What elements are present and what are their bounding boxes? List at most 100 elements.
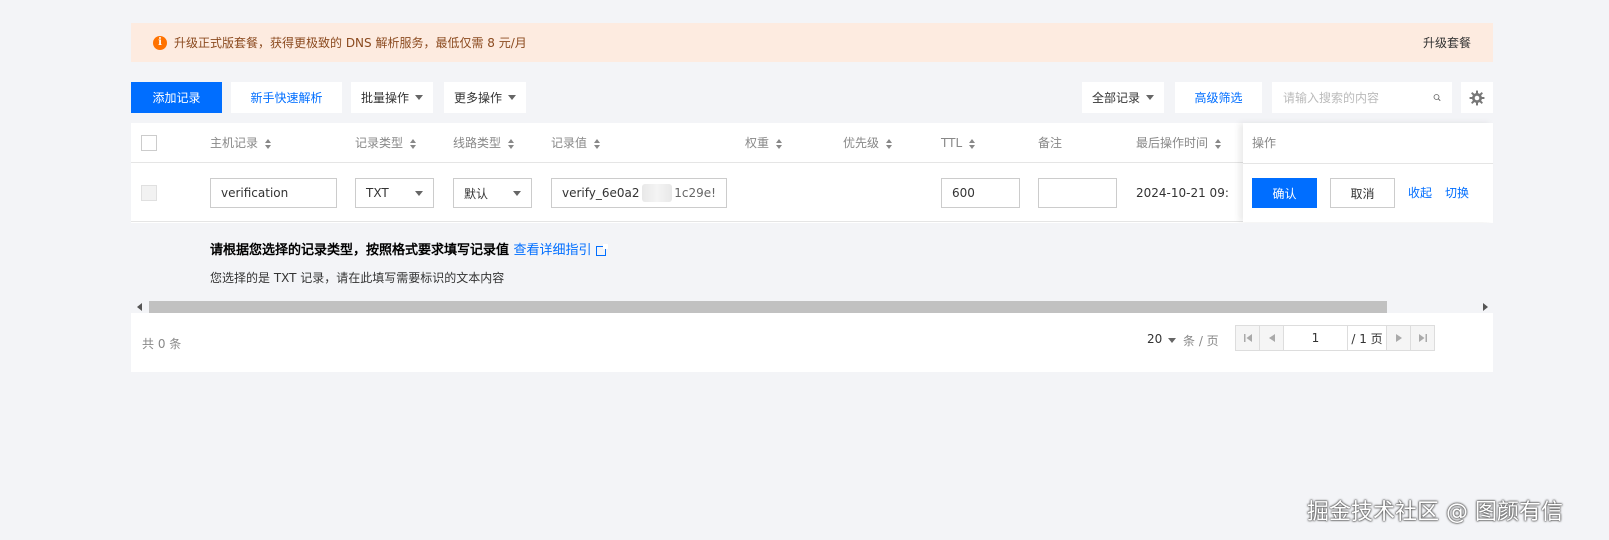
quick-setup-button[interactable]: 新手快速解析 [231, 82, 342, 113]
sort-icon [886, 138, 893, 149]
add-record-button[interactable]: 添加记录 [131, 82, 222, 113]
sort-icon [594, 138, 601, 149]
header-type-label: 记录类型 [355, 136, 404, 150]
operations-column: 操作 确认 取消 收起 切换 [1243, 123, 1493, 222]
cancel-label: 取消 [1350, 186, 1375, 201]
add-record-label: 添加记录 [152, 91, 201, 105]
header-ttl-label: TTL [941, 136, 963, 150]
header-line[interactable]: 线路类型 [453, 123, 515, 163]
header-weight-label: 权重 [745, 136, 770, 150]
record-filter-dropdown[interactable]: 全部记录 [1082, 82, 1164, 113]
record-filter-label: 全部记录 [1091, 91, 1140, 105]
sort-icon [410, 138, 417, 149]
total-pages-label: / 1 页 [1351, 331, 1383, 346]
sort-icon [969, 138, 976, 149]
cancel-button[interactable]: 取消 [1330, 178, 1395, 208]
chevron-down-icon [1146, 95, 1154, 100]
confirm-button[interactable]: 确认 [1252, 178, 1317, 208]
header-last-op-time[interactable]: 最后操作时间 [1136, 123, 1222, 163]
page-input[interactable]: 1 [1283, 325, 1348, 351]
hint-title-text: 请根据您选择的记录类型，按照格式要求填写记录值 [210, 243, 510, 258]
header-host[interactable]: 主机记录 [210, 123, 272, 163]
table-footer: 共 0 条 20 条 / 页 1 / 1 页 [131, 315, 1493, 372]
info-icon: i [153, 35, 167, 50]
scroll-thumb[interactable] [149, 301, 1387, 313]
ttl-input-value: 600 [952, 186, 975, 200]
header-ttl[interactable]: TTL [941, 123, 976, 163]
header-host-label: 主机记录 [210, 136, 259, 150]
page-size-select[interactable]: 20 [1147, 332, 1177, 346]
records-panel: 主机记录 记录类型 线路类型 记录值 权重 优先级 TTL 备注 最后操作时间 … [131, 123, 1493, 372]
chevron-down-icon [415, 95, 423, 100]
header-weight[interactable]: 权重 [745, 123, 783, 163]
external-link-icon [595, 243, 608, 256]
host-input-value: verification [221, 186, 289, 200]
last-page-icon [1418, 334, 1427, 342]
select-all-checkbox[interactable] [141, 135, 157, 151]
sort-icon [508, 138, 515, 149]
guide-link[interactable]: 查看详细指引 [514, 243, 608, 258]
banner-text: 升级正式版套餐，获得更极致的 DNS 解析服务，最低仅需 8 元/月 [174, 36, 527, 50]
chevron-down-icon [508, 95, 516, 100]
header-last-op-time-label: 最后操作时间 [1136, 136, 1209, 150]
prev-page-icon [1268, 334, 1275, 342]
watermark: 掘金技术社区 @ 图颜有信 [1307, 500, 1563, 525]
ttl-input[interactable]: 600 [941, 178, 1020, 208]
chevron-down-icon [513, 190, 521, 196]
line-type-select[interactable]: 默认 [453, 178, 532, 208]
header-priority-label: 优先级 [843, 136, 880, 150]
horizontal-scrollbar[interactable] [131, 301, 1493, 313]
header-remark: 备注 [1038, 136, 1063, 150]
batch-ops-label: 批量操作 [360, 91, 409, 105]
toolbar: 添加记录 新手快速解析 批量操作 更多操作 全部记录 高级筛选 [131, 82, 1493, 114]
hint-subtitle: 您选择的是 TXT 记录，请在此填写需要标识的文本内容 [210, 271, 505, 285]
advanced-filter-button[interactable]: 高级筛选 [1175, 82, 1262, 113]
switch-link[interactable]: 切换 [1445, 178, 1469, 208]
chevron-down-icon [1168, 338, 1177, 343]
header-value[interactable]: 记录值 [551, 123, 601, 163]
total-pages: / 1 页 [1347, 325, 1387, 351]
gear-icon [1469, 90, 1485, 105]
record-value-start: verify_6e0a2 [562, 186, 640, 200]
hint-title: 请根据您选择的记录类型，按照格式要求填写记录值 查看详细指引 [210, 239, 608, 258]
header-type[interactable]: 记录类型 [355, 123, 417, 163]
more-ops-label: 更多操作 [453, 91, 502, 105]
header-actions: 操作 [1252, 136, 1277, 150]
host-input[interactable]: verification [210, 178, 337, 208]
scroll-left-arrow-icon[interactable] [137, 303, 142, 311]
first-page-button[interactable] [1235, 325, 1260, 351]
search-box [1272, 82, 1452, 113]
last-page-button[interactable] [1410, 325, 1435, 351]
last-op-time: 2024-10-21 09: [1136, 186, 1229, 200]
next-page-button[interactable] [1386, 325, 1411, 351]
record-type-value: TXT [366, 186, 389, 200]
first-page-icon [1243, 334, 1252, 342]
settings-button[interactable] [1461, 82, 1493, 113]
upgrade-package-link[interactable]: 升级套餐 [1423, 34, 1471, 51]
batch-ops-dropdown[interactable]: 批量操作 [351, 82, 433, 113]
prev-page-button[interactable] [1259, 325, 1284, 351]
collapse-link[interactable]: 收起 [1408, 178, 1432, 208]
sort-icon [1215, 138, 1222, 149]
quick-setup-label: 新手快速解析 [250, 91, 323, 105]
total-count: 共 0 条 [142, 337, 182, 351]
current-page: 1 [1311, 331, 1320, 345]
redacted-blur [641, 184, 673, 202]
sort-icon [776, 138, 783, 149]
page-size-value: 20 [1147, 332, 1163, 346]
header-line-label: 线路类型 [453, 136, 502, 150]
remark-input[interactable] [1038, 178, 1117, 208]
record-value-end: 1c29e! [674, 186, 716, 200]
divider [1243, 163, 1493, 164]
header-priority[interactable]: 优先级 [843, 123, 893, 163]
scroll-right-arrow-icon[interactable] [1483, 303, 1488, 311]
search-icon[interactable] [1433, 90, 1441, 105]
advanced-filter-label: 高级筛选 [1194, 91, 1243, 105]
record-type-select[interactable]: TXT [355, 178, 434, 208]
record-value-input[interactable]: verify_6e0a2 1c29e! [551, 178, 727, 208]
more-ops-dropdown[interactable]: 更多操作 [444, 82, 526, 113]
search-input[interactable] [1283, 90, 1433, 105]
header-value-label: 记录值 [551, 136, 588, 150]
sort-icon [265, 138, 272, 149]
confirm-label: 确认 [1272, 186, 1297, 201]
